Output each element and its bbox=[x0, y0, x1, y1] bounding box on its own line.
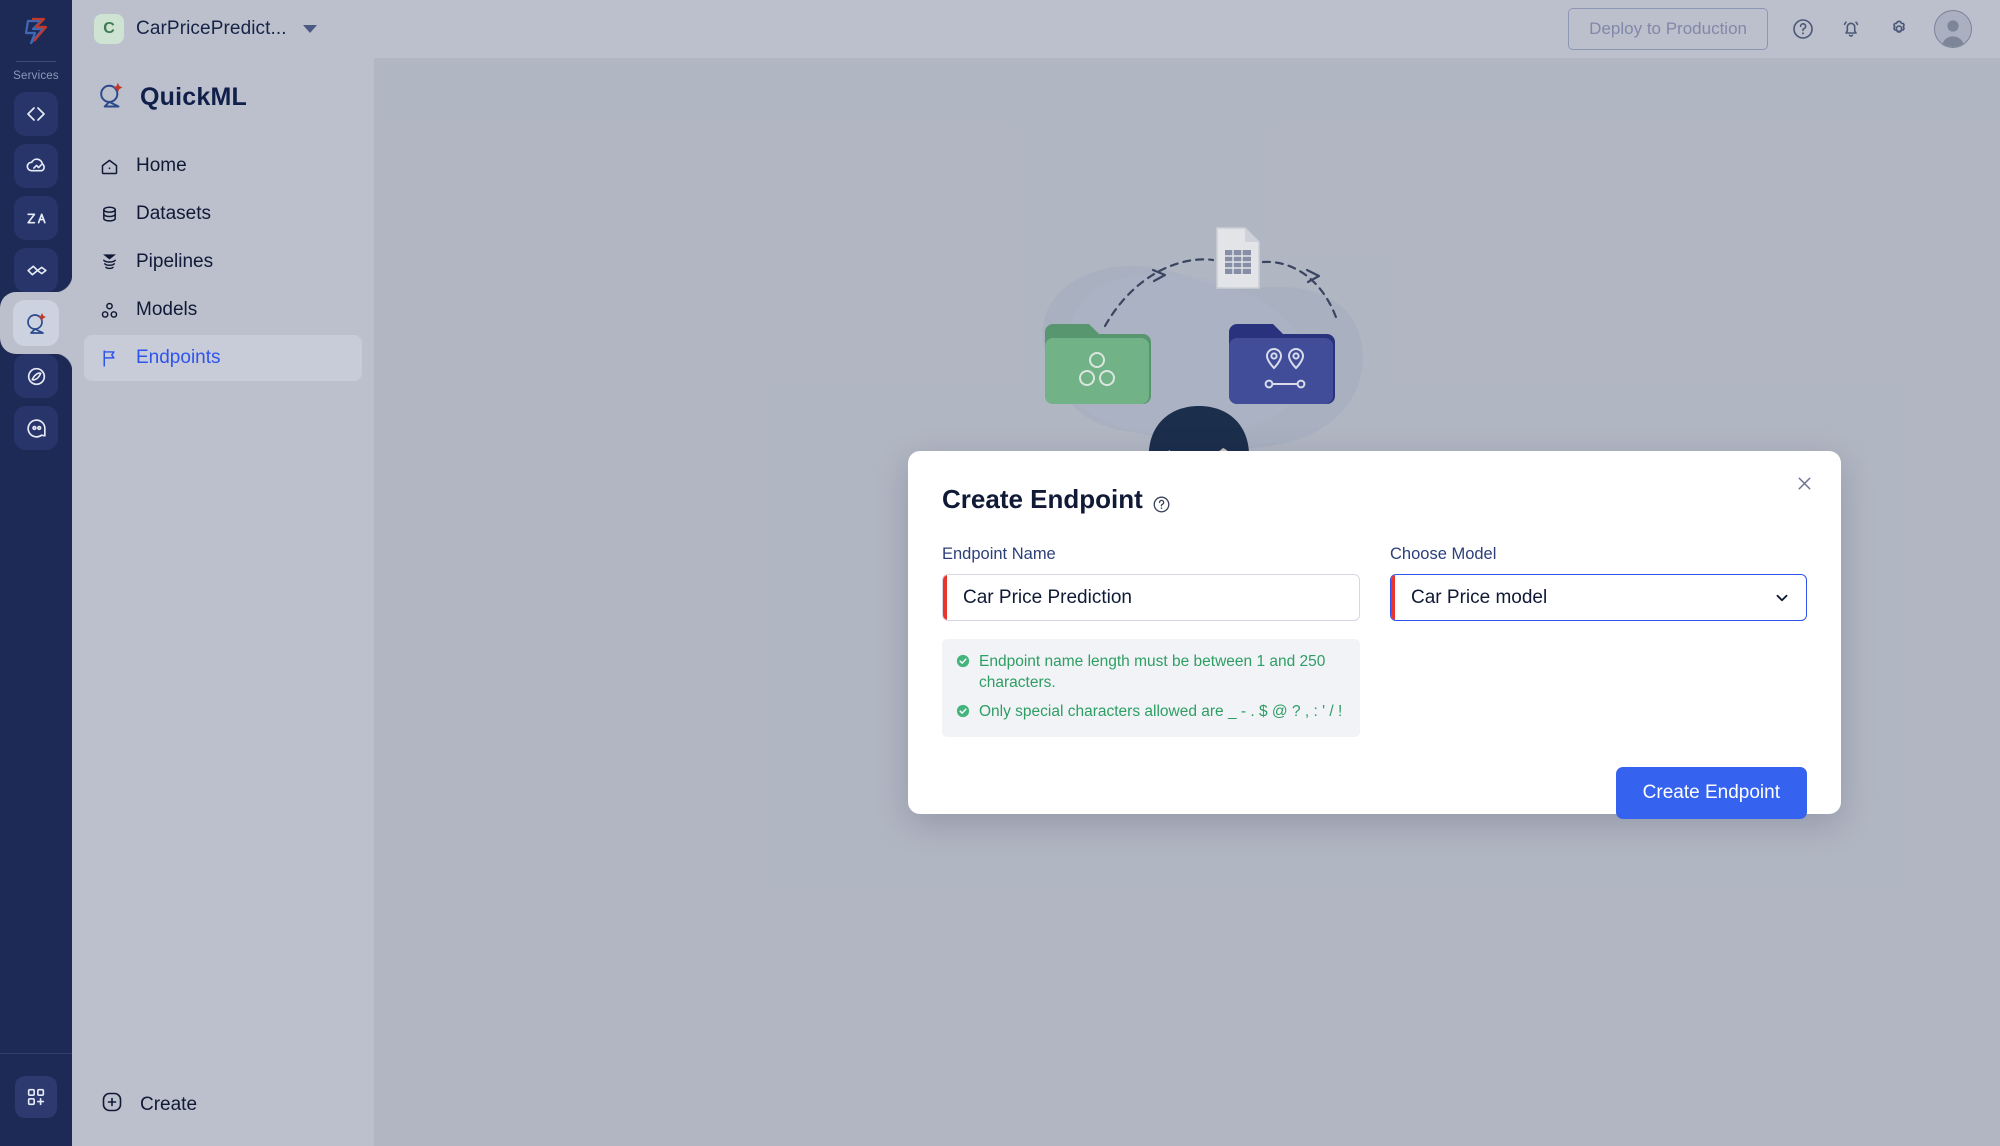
plus-circle-icon bbox=[100, 1090, 124, 1120]
sidebar-item-label: Datasets bbox=[136, 203, 211, 225]
choose-model-field: Choose Model Car Price model bbox=[1390, 545, 1807, 737]
chevron-down-icon[interactable] bbox=[303, 25, 317, 33]
project-name: CarPricePredict... bbox=[136, 18, 287, 40]
sidebar-item-pipelines[interactable]: Pipelines bbox=[84, 239, 362, 285]
endpoint-name-field: Endpoint Name Car Price Prediction bbox=[942, 545, 1360, 737]
sidebar-create-button[interactable]: Create bbox=[100, 1090, 374, 1120]
link-nodes-icon[interactable] bbox=[14, 248, 58, 292]
sidebar-create-label: Create bbox=[140, 1094, 197, 1116]
rail-item-code[interactable] bbox=[0, 92, 72, 136]
rail-service-list bbox=[0, 92, 72, 450]
topbar-actions: Deploy to Production bbox=[1568, 8, 1972, 50]
rail-item-circuits[interactable] bbox=[0, 354, 72, 398]
dialog-title-row: Create Endpoint bbox=[942, 451, 1807, 515]
code-brackets-icon[interactable] bbox=[14, 92, 58, 136]
rail-item-analytics[interactable] bbox=[0, 196, 72, 240]
sidebar-item-label: Pipelines bbox=[136, 251, 213, 273]
endpoint-name-value: Car Price Prediction bbox=[957, 587, 1132, 609]
sidebar-item-datasets[interactable]: Datasets bbox=[84, 191, 362, 237]
rail-services-label: Services bbox=[13, 70, 59, 82]
topbar: C CarPricePredict... Deploy to Productio… bbox=[72, 0, 2000, 58]
create-endpoint-submit-button[interactable]: Create Endpoint bbox=[1616, 767, 1807, 819]
project-switcher[interactable]: C CarPricePredict... bbox=[94, 14, 317, 44]
avatar[interactable] bbox=[1934, 10, 1972, 48]
sidebar-item-models[interactable]: Models bbox=[84, 287, 362, 333]
body: QuickML Home bbox=[72, 58, 2000, 1146]
database-icon bbox=[98, 203, 120, 225]
home-icon bbox=[98, 155, 120, 177]
question-circle-icon[interactable] bbox=[1790, 16, 1816, 42]
close-icon[interactable] bbox=[1789, 468, 1819, 498]
dialog-actions: Create Endpoint bbox=[942, 767, 1807, 819]
rail-item-quickml[interactable] bbox=[0, 300, 72, 346]
endpoint-name-label: Endpoint Name bbox=[942, 545, 1360, 564]
sidebar-item-home[interactable]: Home bbox=[84, 143, 362, 189]
check-circle-icon bbox=[956, 653, 970, 674]
endpoint-name-input[interactable]: Car Price Prediction bbox=[942, 574, 1360, 621]
deploy-to-production-button[interactable]: Deploy to Production bbox=[1568, 8, 1768, 50]
rail-divider bbox=[16, 61, 56, 62]
choose-model-select[interactable]: Car Price model bbox=[1390, 574, 1807, 621]
sidebar-nav: Home Datasets bbox=[72, 143, 374, 381]
rail-bottom bbox=[0, 1053, 72, 1146]
right-pane: C CarPricePredict... Deploy to Productio… bbox=[72, 0, 2000, 1146]
quickml-icon[interactable] bbox=[13, 300, 59, 346]
grid-plus-icon[interactable] bbox=[15, 1076, 57, 1118]
rail-item-cloud-scale[interactable] bbox=[0, 144, 72, 188]
project-avatar: C bbox=[94, 14, 124, 44]
chevron-down-icon[interactable] bbox=[1772, 588, 1792, 608]
sidebar: QuickML Home bbox=[72, 58, 374, 1146]
sidebar-footer: Create bbox=[72, 1090, 374, 1146]
content-area: the published models. Create Endpoint Cr… bbox=[374, 58, 2000, 1146]
sidebar-item-label: Models bbox=[136, 299, 197, 321]
cloud-scale-icon[interactable] bbox=[14, 144, 58, 188]
funnel-icon bbox=[98, 251, 120, 273]
quickml-logo-icon bbox=[96, 80, 126, 115]
models-nodes-icon bbox=[98, 299, 120, 321]
dialog-fields: Endpoint Name Car Price Prediction bbox=[942, 545, 1807, 737]
flag-icon bbox=[98, 347, 120, 369]
rail-bottom-divider bbox=[0, 1053, 72, 1054]
service-rail: Services bbox=[0, 0, 72, 1146]
page-title: Create Endpoint bbox=[942, 484, 1143, 515]
create-endpoint-dialog: Create Endpoint Endpoint Name bbox=[908, 451, 1841, 814]
validation-hint: Endpoint name length must be between 1 a… bbox=[956, 651, 1346, 694]
bell-icon[interactable] bbox=[1838, 16, 1864, 42]
sidebar-item-endpoints[interactable]: Endpoints bbox=[84, 335, 362, 381]
data-analytics-icon[interactable] bbox=[14, 196, 58, 240]
validation-hints: Endpoint name length must be between 1 a… bbox=[942, 639, 1360, 737]
validation-hint: Only special characters allowed are _ - … bbox=[956, 701, 1346, 724]
check-circle-icon bbox=[956, 703, 970, 724]
circuit-loop-icon[interactable] bbox=[14, 354, 58, 398]
app-root: Services bbox=[0, 0, 2000, 1146]
rail-item-chatbot[interactable] bbox=[0, 406, 72, 450]
catalyst-logo-icon[interactable] bbox=[13, 9, 59, 55]
sidebar-item-label: Endpoints bbox=[136, 347, 221, 369]
brand: QuickML bbox=[72, 58, 374, 115]
sidebar-item-label: Home bbox=[136, 155, 187, 177]
validation-hint-text: Endpoint name length must be between 1 a… bbox=[979, 651, 1346, 694]
validation-hint-text: Only special characters allowed are _ - … bbox=[979, 701, 1342, 722]
brand-title: QuickML bbox=[140, 83, 247, 112]
question-circle-icon[interactable] bbox=[1152, 490, 1171, 509]
choose-model-value: Car Price model bbox=[1405, 587, 1547, 609]
chat-bot-icon[interactable] bbox=[14, 406, 58, 450]
choose-model-label: Choose Model bbox=[1390, 545, 1807, 564]
gear-icon[interactable] bbox=[1886, 16, 1912, 42]
